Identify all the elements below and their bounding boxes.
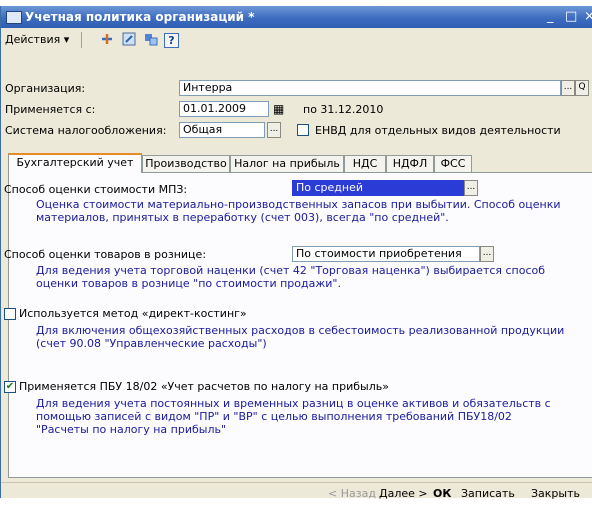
mpz-method-field[interactable]: По средней <box>292 180 464 196</box>
pbu-label: Применяется ПБУ 18/02 «Учет расчетов по … <box>19 380 389 393</box>
next-button[interactable]: Далее > <box>379 487 428 500</box>
applies-from-field[interactable]: 01.01.2009 <box>179 101 269 117</box>
ok-button[interactable]: ОК <box>433 487 451 500</box>
envd-label: ЕНВД для отдельных видов деятельности <box>315 124 561 137</box>
edit-icon[interactable] <box>121 32 137 48</box>
tab-production[interactable]: Производство <box>142 155 230 172</box>
retail-method-label: Способ оценки товаров в рознице: <box>4 248 207 261</box>
window-title: Учетная политика организаций * <box>25 10 255 24</box>
bottom-button-bar: < Назад Далее > ОК Записать Закрыть <box>1 482 592 505</box>
organization-select-button[interactable]: ... <box>561 80 575 96</box>
maximize-button[interactable]: □ <box>565 9 577 24</box>
policy-window: Учетная политика организаций * _ □ × Дей… <box>0 6 592 500</box>
save-button[interactable]: Записать <box>461 487 515 500</box>
pbu-note-line-1: Для ведения учета постоянных и временных… <box>36 397 551 410</box>
tax-system-label: Система налогообложения: <box>5 124 167 137</box>
organization-field[interactable]: Интерра <box>179 80 561 96</box>
add-row-icon[interactable] <box>99 32 115 48</box>
tab-fss[interactable]: ФСС <box>434 155 472 172</box>
toolbar-divider <box>81 32 82 48</box>
direct-costing-checkbox[interactable] <box>4 308 16 320</box>
mpz-method-select-button[interactable]: ... <box>464 180 478 196</box>
mpz-note-line-1: Оценка стоимости материально-производств… <box>36 198 561 211</box>
direct-note-line-1: Для включения общехозяйственных расходов… <box>36 324 565 337</box>
back-button[interactable]: < Назад <box>328 487 376 500</box>
actions-menu[interactable]: Действия ▾ <box>5 33 69 46</box>
calendar-icon[interactable]: ▦ <box>273 102 284 116</box>
help-icon[interactable]: ? <box>164 33 179 48</box>
tab-ndfl[interactable]: НДФЛ <box>386 155 434 172</box>
retail-method-field[interactable]: По стоимости приобретения <box>292 246 480 262</box>
applies-from-label: Применяется с: <box>5 103 96 116</box>
toolbar: Действия ▾ ? <box>1 29 592 51</box>
direct-note-line-2: (счет 90.08 "Управленческие расходы") <box>36 337 267 350</box>
organization-label: Организация: <box>5 82 86 95</box>
structure-icon[interactable] <box>143 32 159 48</box>
direct-costing-label: Используется метод «директ-костинг» <box>19 307 247 320</box>
title-bar[interactable]: Учетная политика организаций * _ □ × <box>1 6 592 28</box>
close-button[interactable]: Закрыть <box>531 487 580 500</box>
close-window-button[interactable]: × <box>584 9 592 24</box>
search-icon[interactable]: Q <box>575 80 589 96</box>
pbu-note-line-3: "Расчеты по налогу на прибыль" <box>36 423 227 436</box>
tab-accounting[interactable]: Бухгалтерский учет <box>8 153 142 173</box>
minimize-button[interactable]: _ <box>547 9 554 24</box>
retail-note-line-2: оценки товаров в рознице "по стоимости п… <box>36 277 341 290</box>
retail-note-line-1: Для ведения учета торговой наценки (счет… <box>36 264 546 277</box>
applies-to-text: по 31.12.2010 <box>303 103 384 116</box>
mpz-note-line-2: материалов, принятых в переработку (счет… <box>36 211 449 224</box>
window-icon <box>6 11 22 24</box>
pbu-checkbox[interactable]: ✔ <box>4 381 16 393</box>
mpz-method-label: Способ оценки стоимости МПЗ: <box>4 183 188 196</box>
tax-system-select-button[interactable]: ... <box>267 122 281 138</box>
actions-menu-label: Действия <box>5 33 61 46</box>
pbu-note-line-2: помощью записей с видом "ПР" и "ВР" с це… <box>36 410 512 423</box>
retail-method-select-button[interactable]: ... <box>480 246 494 262</box>
chevron-down-icon: ▾ <box>63 33 70 46</box>
tab-vat[interactable]: НДС <box>344 155 386 172</box>
envd-checkbox[interactable] <box>297 124 309 136</box>
tax-system-field[interactable]: Общая <box>179 122 265 138</box>
accounting-panel: Способ оценки стоимости МПЗ: По средней … <box>4 172 592 478</box>
tab-profit-tax[interactable]: Налог на прибыль <box>230 155 344 172</box>
